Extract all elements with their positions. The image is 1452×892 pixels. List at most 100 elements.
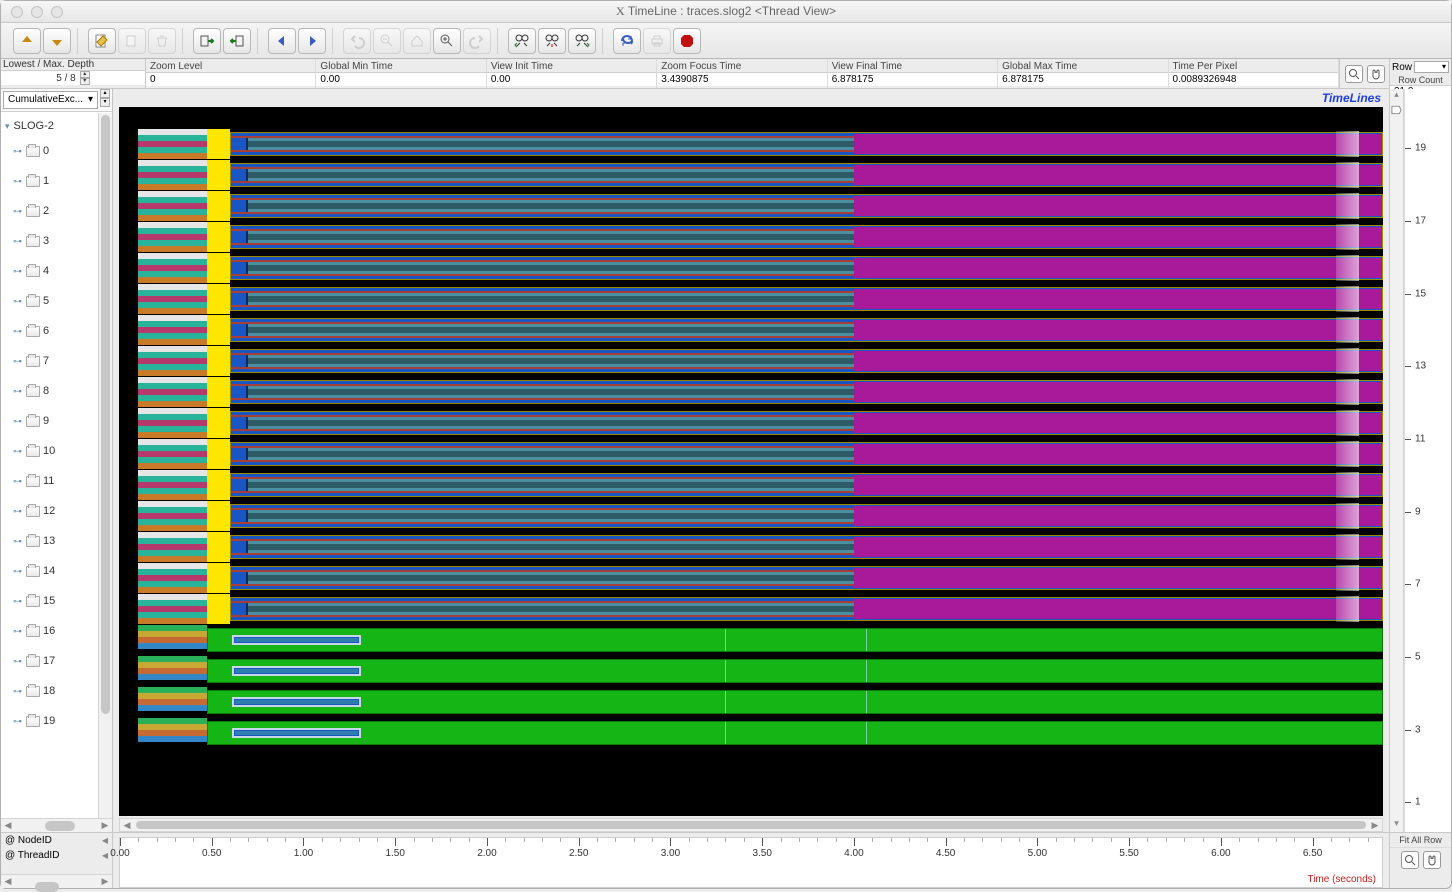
stop-button[interactable] [673,28,701,54]
main-track[interactable] [207,659,1383,683]
timeline-row[interactable] [119,625,1383,655]
value-view-init[interactable]: 0.00 [487,72,656,86]
sidebar-hscroll-thumb[interactable] [45,821,75,831]
timeline-row[interactable] [119,191,1383,221]
tree-node[interactable]: ⊶3 [1,226,112,256]
canvas-zoom-tool[interactable] [1345,65,1363,83]
timeline-row[interactable] [119,439,1383,469]
next-button[interactable] [298,28,326,54]
step-in-button[interactable] [223,28,251,54]
ruler-vscrollbar[interactable]: ▴ ▾ [1390,89,1404,832]
tree-view[interactable]: ▾ SLOG-2 ⊶0⊶1⊶2⊶3⊶4⊶5⊶6⊶7⊶8⊶9⊶10⊶11⊶12⊶1… [1,112,112,818]
expand-icon[interactable]: ⊶ [13,176,23,187]
main-track[interactable] [230,256,1383,280]
main-track[interactable] [230,380,1383,404]
row-dropdown[interactable] [1414,61,1449,73]
scroll-up-button[interactable] [13,28,41,54]
canvas-hscroll-thumb[interactable] [136,821,1366,829]
expand-icon[interactable]: ⊶ [13,716,23,727]
main-track[interactable] [207,721,1383,745]
main-track[interactable] [230,473,1383,497]
timeline-row[interactable] [119,656,1383,686]
expand-icon[interactable]: ⊶ [13,236,23,247]
canvas-hscroll-left[interactable]: ◀ [120,820,134,831]
expand-icon[interactable]: ⊶ [13,326,23,337]
ruler-marker-icon[interactable] [1391,105,1402,115]
tree-node[interactable]: ⊶14 [1,556,112,586]
timeline-row[interactable] [119,253,1383,283]
tree-node[interactable]: ⊶11 [1,466,112,496]
timeline-row[interactable] [119,160,1383,190]
tree-node[interactable]: ⊶10 [1,436,112,466]
timeline-row[interactable] [119,532,1383,562]
expand-icon[interactable]: ⊶ [13,536,23,547]
timeline-row[interactable] [119,284,1383,314]
ruler-scroll-down[interactable]: ▾ [1390,818,1403,832]
timeline-row[interactable] [119,315,1383,345]
timeline-row[interactable] [119,222,1383,252]
expand-icon[interactable]: ⊶ [13,356,23,367]
value-zoom-focus[interactable]: 3.4390875 [657,72,826,86]
ruler-zoom-tool[interactable] [1401,851,1419,869]
timeline-row[interactable] [119,470,1383,500]
tree-node[interactable]: ⊶6 [1,316,112,346]
main-track[interactable] [230,132,1383,156]
tree-node[interactable]: ⊶2 [1,196,112,226]
timeline-row[interactable] [119,687,1383,717]
node-id-row[interactable]: @ NodeID [1,833,112,848]
edit-button[interactable] [88,28,116,54]
sidebar-hscrollbar[interactable]: ◀ ▶ [1,818,112,832]
value-time-per-pixel[interactable]: 0.0089326948 [1169,72,1338,86]
timeline-row[interactable] [119,129,1383,159]
expand-icon[interactable]: ⊶ [13,686,23,697]
timeline-canvas[interactable] [119,107,1383,816]
tree-node[interactable]: ⊶19 [1,706,112,736]
value-global-max[interactable]: 6.878175 [998,72,1167,86]
tree-node[interactable]: ⊶8 [1,376,112,406]
depth-spin-down[interactable]: ▾ [80,78,90,85]
zoom-window-button[interactable] [51,6,63,18]
expand-icon[interactable]: ⊶ [13,296,23,307]
search-init-button[interactable] [538,28,566,54]
value-zoom-level[interactable]: 0 [146,72,315,86]
tree-node[interactable]: ⊶13 [1,526,112,556]
main-track[interactable] [230,225,1383,249]
ruler-hand-tool[interactable] [1423,851,1441,869]
expand-icon[interactable]: ⊶ [13,266,23,277]
timeline-row[interactable] [119,718,1383,748]
main-track[interactable] [230,287,1383,311]
sidebar-dd-up[interactable]: ▴ [100,89,110,98]
sidebar-hscroll-left[interactable]: ◀ [1,820,15,831]
main-track[interactable] [230,442,1383,466]
timeline-row[interactable] [119,563,1383,593]
tree-node[interactable]: ⊶5 [1,286,112,316]
expand-icon[interactable]: ⊶ [13,506,23,517]
canvas-hscroll-right[interactable]: ▶ [1368,820,1382,831]
tree-node[interactable]: ⊶15 [1,586,112,616]
main-track[interactable] [230,535,1383,559]
main-track[interactable] [230,566,1383,590]
expand-icon[interactable]: ⊶ [13,596,23,607]
expand-icon[interactable]: ⊶ [13,476,23,487]
timeline-row[interactable] [119,408,1383,438]
depth-spin-up[interactable]: ▴ [80,71,90,78]
tree-node[interactable]: ⊶17 [1,646,112,676]
prev-button[interactable] [268,28,296,54]
expand-icon[interactable]: ⊶ [13,566,23,577]
canvas-hscrollbar[interactable]: ◀ ▶ [119,818,1383,832]
timeline-row[interactable] [119,594,1383,624]
step-out-button[interactable] [193,28,221,54]
close-window-button[interactable] [11,6,23,18]
thread-id-row[interactable]: @ ThreadID [1,848,112,863]
main-track[interactable] [230,349,1383,373]
main-track[interactable] [207,628,1383,652]
main-track[interactable] [207,690,1383,714]
tree-node[interactable]: ⊶16 [1,616,112,646]
time-axis[interactable]: 0.000.501.001.502.002.503.003.504.004.50… [119,837,1383,888]
tree-node[interactable]: ⊶9 [1,406,112,436]
main-track[interactable] [230,194,1383,218]
fit-all-row-button[interactable]: Fit All Row [1390,833,1451,848]
tree-node[interactable]: ⊶1 [1,166,112,196]
expand-icon[interactable]: ⊶ [13,386,23,397]
sidebar-mode-select[interactable]: CumulativeExc... [3,91,98,109]
